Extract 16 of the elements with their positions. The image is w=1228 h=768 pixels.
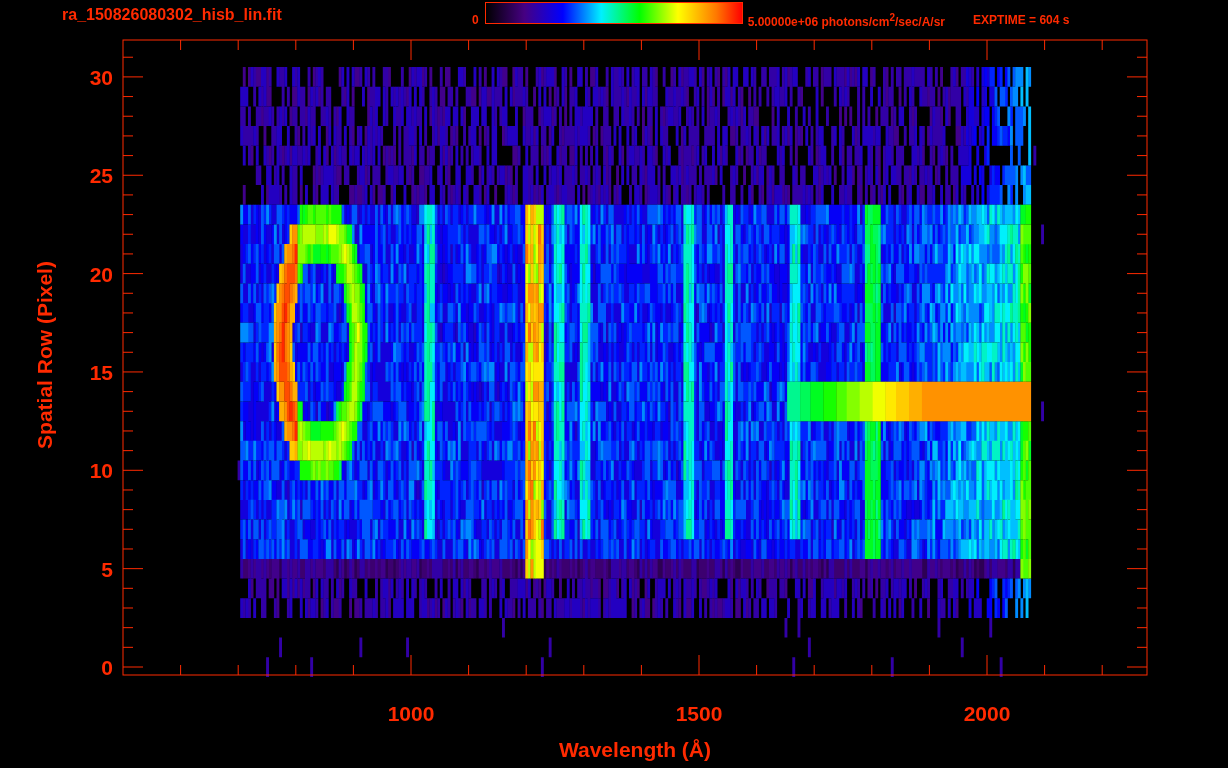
x-axis-title: Wavelength (Å) bbox=[558, 738, 712, 761]
colorbar-min-label: 0 bbox=[472, 13, 479, 27]
y-tick-label: 10 bbox=[89, 459, 113, 483]
y-tick-label: 20 bbox=[89, 262, 113, 286]
y-tick-label: 0 bbox=[101, 656, 113, 679]
y-tick-label: 25 bbox=[89, 164, 113, 188]
colorbar-max-label: 5.00000e+06 photons/cm$^{2}$/sec/A/sr bbox=[747, 11, 946, 29]
y-tick-label: 15 bbox=[89, 360, 113, 384]
y-axis-title: Spatial Row (Pixel) bbox=[33, 261, 56, 449]
y-tick-label: 5 bbox=[101, 557, 113, 581]
exposure-time: EXPTIME = 604 s bbox=[973, 13, 1070, 27]
y-tick-label: 30 bbox=[89, 65, 113, 89]
x-tick-label: 1500 bbox=[675, 702, 723, 725]
x-tick-label: 2000 bbox=[963, 702, 1011, 725]
x-tick-label: 1000 bbox=[387, 702, 435, 725]
file-name: ra_150826080302_hisb_lin.fit bbox=[62, 6, 283, 24]
